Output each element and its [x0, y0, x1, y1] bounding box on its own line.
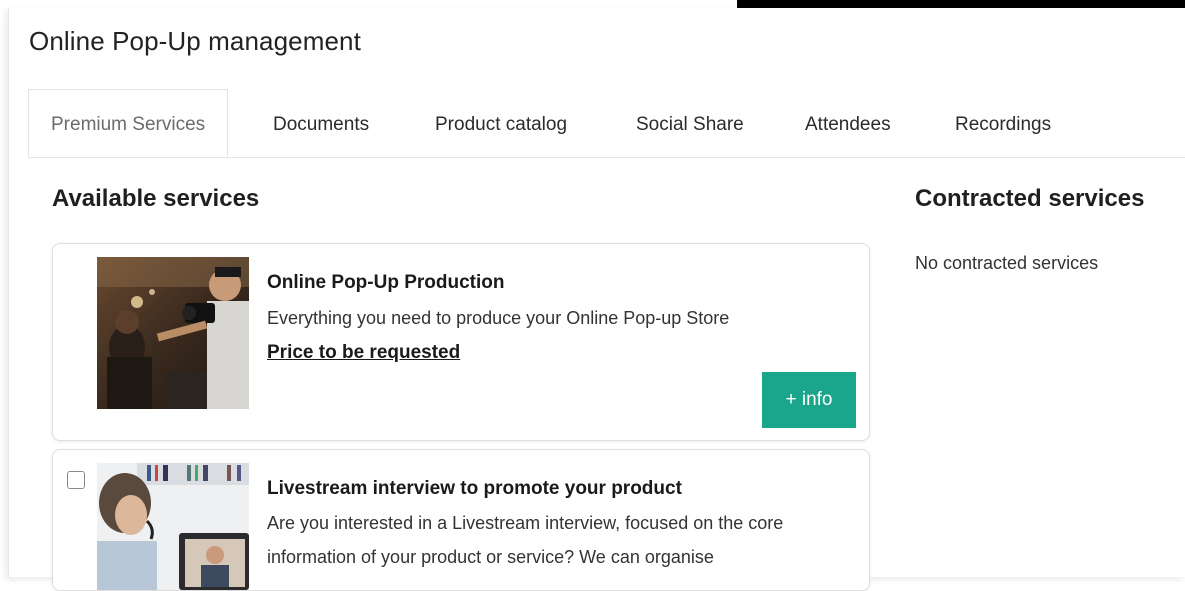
tab-premium-services[interactable]: Premium Services — [28, 89, 229, 157]
price-link[interactable]: Price to be requested — [267, 342, 460, 364]
popup-management-panel: Online Pop-Up management Premium Service… — [8, 8, 1185, 591]
available-services-heading: Available services — [52, 185, 260, 212]
tab-attendees[interactable]: Attendees — [805, 89, 891, 157]
service-card: Online Pop-Up Production Everything you … — [52, 243, 870, 441]
no-contracted-services-text: No contracted services — [915, 253, 1099, 273]
tab-product-catalog[interactable]: Product catalog — [435, 89, 567, 157]
service-title: Livestream interview to promote your pro… — [267, 478, 682, 499]
service-title: Online Pop-Up Production — [267, 272, 505, 293]
service-card: Livestream interview to promote your pro… — [52, 449, 870, 591]
service-image-production — [97, 257, 249, 409]
service-description: Everything you need to produce your Onli… — [267, 308, 730, 328]
contracted-services-heading: Contracted services — [915, 185, 1145, 212]
tab-documents[interactable]: Documents — [273, 89, 369, 157]
tab-social-share[interactable]: Social Share — [636, 89, 744, 157]
service-select-checkbox[interactable] — [67, 471, 85, 489]
tab-bar: Premium Services Documents Product catal… — [28, 89, 1185, 158]
service-description: Are you interested in a Livestream inter… — [267, 513, 784, 567]
more-info-button[interactable]: + info — [762, 372, 856, 428]
page-title: Online Pop-Up management — [29, 26, 361, 56]
top-black-bar — [737, 0, 1185, 8]
service-image-livestream — [97, 463, 249, 590]
tab-recordings[interactable]: Recordings — [955, 89, 1051, 157]
